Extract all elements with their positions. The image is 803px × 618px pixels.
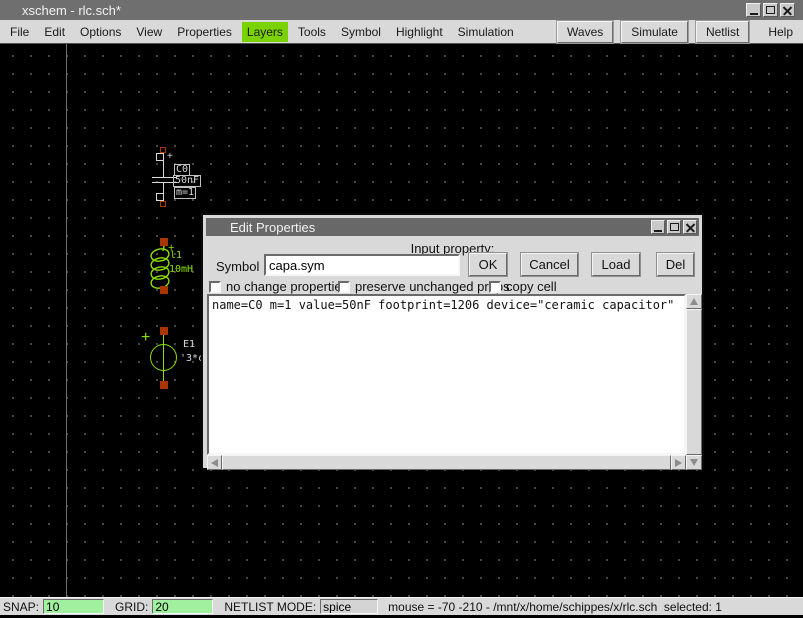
checkbox-label: no change properties xyxy=(226,279,348,294)
window-titlebar[interactable]: xschem - rlc.sch* xyxy=(0,0,803,20)
dialog-title: Edit Properties xyxy=(206,220,315,235)
minimize-button[interactable] xyxy=(746,3,761,17)
checkbox-label: copy cell xyxy=(506,279,557,294)
axis-line xyxy=(66,44,67,597)
copy-cell-option[interactable]: copy cell xyxy=(489,279,557,294)
capacitor-value-label[interactable]: 50nF xyxy=(173,175,201,187)
waves-button[interactable]: Waves xyxy=(557,21,613,43)
capacitor-mult-label[interactable]: m=1 xyxy=(174,187,196,199)
scroll-right-icon xyxy=(675,459,682,467)
snap-input[interactable] xyxy=(43,599,104,614)
grid-input[interactable] xyxy=(152,599,213,614)
maximize-button[interactable] xyxy=(763,3,778,17)
menu-layers[interactable]: Layers xyxy=(242,22,288,42)
vertical-scroll-thumb[interactable] xyxy=(686,309,702,455)
scroll-up-button[interactable] xyxy=(686,294,702,309)
ok-button[interactable]: OK xyxy=(469,253,507,276)
grid-label: GRID: xyxy=(115,600,148,614)
menu-highlight[interactable]: Highlight xyxy=(391,22,448,42)
mouse-coordinates-status: mouse = -70 -210 - /mnt/x/home/schippes/… xyxy=(388,600,722,614)
checkbox-icon[interactable] xyxy=(209,281,221,293)
scroll-right-button[interactable] xyxy=(671,455,686,470)
xschem-window: xschem - rlc.sch* File Edit Options View… xyxy=(0,0,803,618)
capacitor-wire-top xyxy=(163,161,164,177)
horizontal-scrollbar[interactable] xyxy=(207,455,686,470)
menu-view[interactable]: View xyxy=(131,22,167,42)
vsource-pin-top[interactable] xyxy=(160,327,168,335)
statusbar: SNAP: GRID: NETLIST MODE: mouse = -70 -2… xyxy=(0,597,803,615)
maximize-icon xyxy=(670,223,679,231)
scroll-down-button[interactable] xyxy=(686,455,702,470)
edit-properties-dialog: Edit Properties Input property: Symbol O… xyxy=(201,213,704,470)
dialog-titlebar[interactable]: Edit Properties xyxy=(206,218,699,236)
vsource-circle-icon xyxy=(150,344,177,371)
property-textarea[interactable]: name=C0 m=1 value=50nF footprint=1206 de… xyxy=(207,294,686,455)
minimize-icon xyxy=(750,13,758,15)
no-change-properties-option[interactable]: no change properties xyxy=(209,279,348,294)
window-controls xyxy=(746,3,795,17)
menu-file[interactable]: File xyxy=(5,22,34,42)
menubar: File Edit Options View Properties Layers… xyxy=(0,20,803,44)
maximize-icon xyxy=(766,6,775,14)
scroll-down-icon xyxy=(690,459,698,466)
menu-edit[interactable]: Edit xyxy=(39,22,70,42)
minimize-icon xyxy=(654,230,662,232)
dialog-close-button[interactable] xyxy=(683,220,697,234)
inductor-pin-top[interactable] xyxy=(160,238,168,246)
close-button[interactable] xyxy=(780,3,795,17)
scroll-left-icon xyxy=(211,459,218,467)
netlist-button[interactable]: Netlist xyxy=(696,21,749,43)
cancel-button[interactable]: Cancel xyxy=(521,253,578,276)
window-title: xschem - rlc.sch* xyxy=(0,3,121,18)
inductor-pin-bottom[interactable] xyxy=(160,286,168,294)
netlist-mode-input[interactable] xyxy=(320,599,378,614)
del-button[interactable]: Del xyxy=(657,253,694,276)
capacitor-pin-top[interactable] xyxy=(156,153,164,161)
load-button[interactable]: Load xyxy=(592,253,640,276)
inductor-name-label[interactable]: l1 xyxy=(170,251,182,261)
dialog-maximize-button[interactable] xyxy=(667,220,681,234)
menu-symbol[interactable]: Symbol xyxy=(336,22,386,42)
checkbox-row: no change properties preserve unchanged … xyxy=(209,279,696,294)
preserve-unchanged-props-option[interactable]: preserve unchanged props xyxy=(338,279,510,294)
capacitor-plus-mark: + xyxy=(167,152,173,162)
inductor-value-label[interactable]: 10mH xyxy=(169,265,193,275)
close-icon xyxy=(783,6,792,15)
dialog-minimize-button[interactable] xyxy=(651,220,665,234)
menu-properties[interactable]: Properties xyxy=(172,22,237,42)
checkbox-label: preserve unchanged props xyxy=(355,279,510,294)
capacitor-pin-bottom[interactable] xyxy=(156,193,164,201)
menu-tools[interactable]: Tools xyxy=(293,22,331,42)
vsource-plus-mark: + xyxy=(141,331,150,345)
horizontal-scroll-thumb[interactable] xyxy=(222,455,671,470)
close-icon xyxy=(686,223,695,232)
vertical-scrollbar[interactable] xyxy=(686,294,702,470)
scroll-up-icon xyxy=(690,298,698,305)
vsource-pin-bottom[interactable] xyxy=(160,381,168,389)
symbol-label: Symbol xyxy=(216,259,259,274)
checkbox-icon[interactable] xyxy=(338,281,350,293)
unconnected-net-marker xyxy=(160,201,166,207)
dialog-controls xyxy=(651,220,697,234)
scroll-left-button[interactable] xyxy=(207,455,222,470)
simulate-button[interactable]: Simulate xyxy=(621,21,688,43)
menu-simulation[interactable]: Simulation xyxy=(453,22,519,42)
symbol-input[interactable] xyxy=(264,254,460,276)
vsource-name-label[interactable]: E1 xyxy=(183,340,195,350)
snap-label: SNAP: xyxy=(3,600,39,614)
menu-options[interactable]: Options xyxy=(75,22,126,42)
checkbox-icon[interactable] xyxy=(489,281,501,293)
menu-help[interactable]: Help xyxy=(762,22,799,42)
netlist-mode-label: NETLIST MODE: xyxy=(224,600,316,614)
